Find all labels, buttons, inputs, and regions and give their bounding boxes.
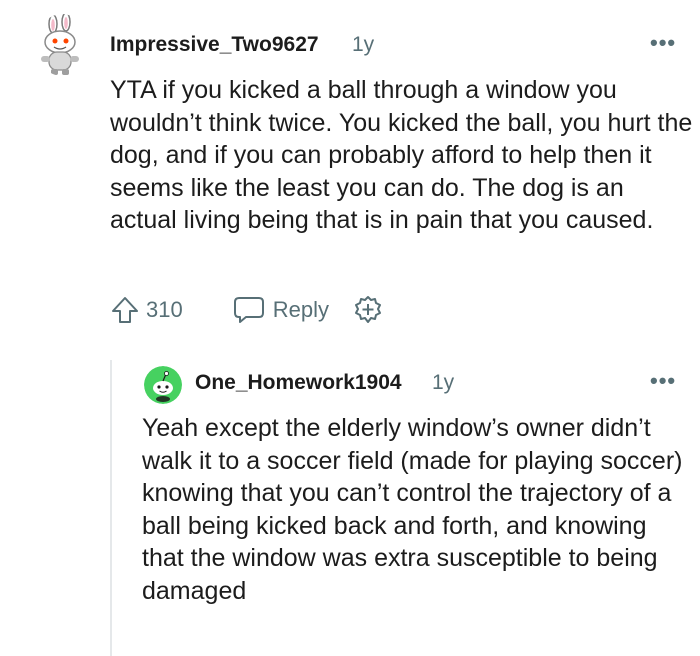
comment-body: Yeah except the elderly window’s owner d… <box>142 414 683 605</box>
add-award-button[interactable] <box>353 295 383 325</box>
add-award-icon <box>354 296 381 323</box>
snoo-green-avatar-icon[interactable] <box>144 366 182 404</box>
vote-count: 310 <box>146 297 183 322</box>
comment: Impressive_Two9627 1y ••• YTA if you kic… <box>0 0 700 340</box>
upvote-button[interactable]: 310 <box>110 295 233 325</box>
comment-body: YTA if you kicked a ball through a windo… <box>110 76 693 234</box>
upvote-arrow-icon[interactable] <box>110 295 140 325</box>
reply-button[interactable]: Reply <box>233 295 353 325</box>
more-options-icon[interactable]: ••• <box>650 370 676 392</box>
reply-label: Reply <box>272 297 329 322</box>
chat-bubble-icon <box>233 297 264 323</box>
comment-username[interactable]: Impressive_Two9627 <box>110 33 319 57</box>
snoo-bunny-avatar-icon[interactable] <box>36 14 88 76</box>
comment-timestamp: 1y <box>432 371 455 394</box>
comment-timestamp: 1y <box>352 33 375 56</box>
more-options-icon[interactable]: ••• <box>650 32 676 54</box>
comment-username[interactable]: One_Homework1904 <box>195 371 402 395</box>
comment-actions: 310 Reply <box>110 290 383 330</box>
